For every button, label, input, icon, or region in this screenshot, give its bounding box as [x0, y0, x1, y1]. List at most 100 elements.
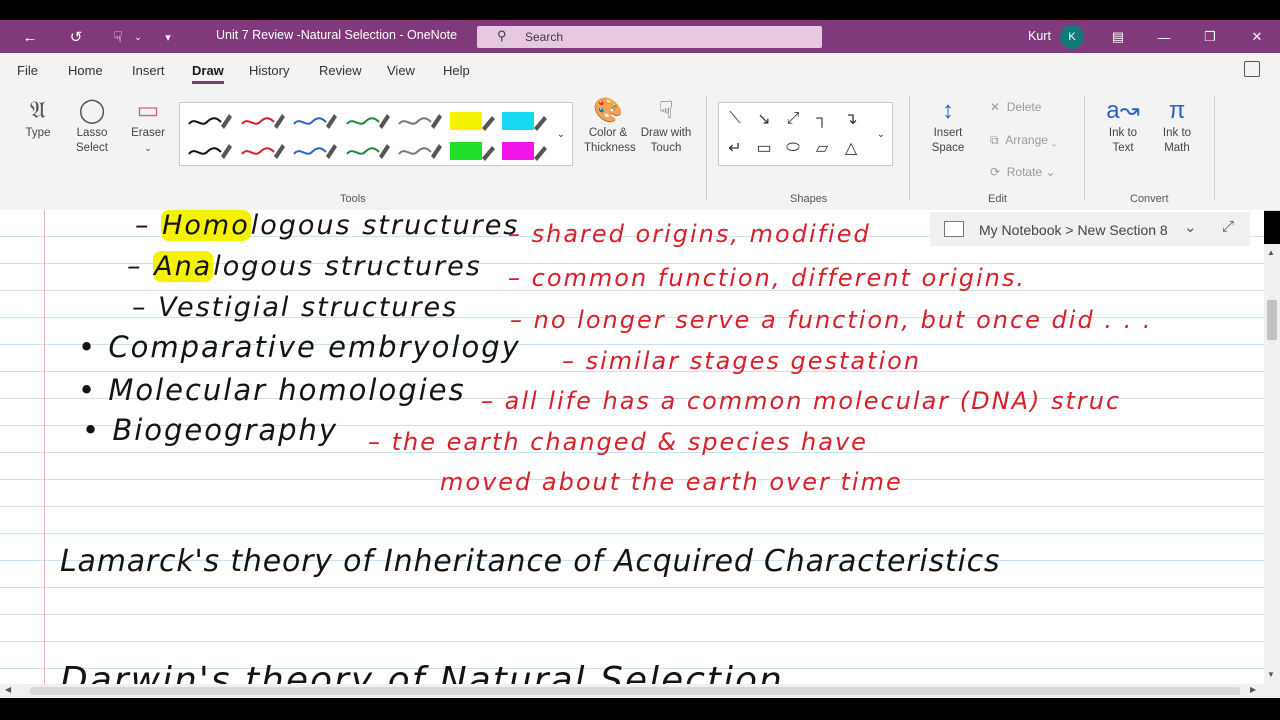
insert-space-label: Insert Space [931, 127, 965, 154]
line-shape-icon[interactable]: ⟍ [723, 107, 747, 131]
triangle-shape-icon[interactable]: △ [839, 136, 863, 160]
corner-arrow-shape-icon[interactable]: ↴ [839, 107, 863, 131]
ink-to-math-button[interactable]: π Ink to Math [1152, 96, 1202, 156]
shapes-gallery-more-icon[interactable]: ⌄ [870, 102, 893, 166]
ribbon: 𝔄 Type ◯ Lasso Select ▭ Eraser ⌄ ⌄ 🎨 Col… [0, 86, 1280, 211]
touch-draw-icon: ☟ [658, 97, 674, 124]
avatar[interactable]: K [1060, 25, 1084, 49]
user-name[interactable]: Kurt [1028, 29, 1051, 43]
ink-vestigial: – Vestigial structures [132, 292, 459, 323]
minimize-icon[interactable]: — [1152, 26, 1176, 48]
palette-icon: 🎨 [593, 97, 623, 124]
breadcrumb[interactable]: My Notebook > New Section 8 ⌄ ⤢ [930, 212, 1250, 246]
search-icon: ⚲ [497, 28, 507, 43]
ink-common-function: – common function, different origins. [508, 264, 1026, 292]
arrow-shape-icon[interactable]: ↘ [752, 107, 776, 131]
menu-review[interactable]: Review [319, 63, 362, 78]
title-bar: ← ↺ ☟ ⌄ ▾ Unit 7 Review -Natural Selecti… [0, 20, 1280, 53]
menu-draw[interactable]: Draw [192, 63, 224, 84]
highlight-mark: Ana [153, 251, 214, 282]
rectangle-shape-icon[interactable]: ▭ [752, 136, 776, 160]
double-arrow-shape-icon[interactable]: ⤢ [781, 107, 805, 131]
scroll-down-icon[interactable]: ▼ [1267, 670, 1275, 679]
menu-bar: File Home Insert Draw History Review Vie… [0, 53, 1280, 86]
undo-icon[interactable]: ↺ [65, 26, 87, 48]
ink-to-text-label: Ink to Text [1108, 127, 1138, 154]
menu-insert[interactable]: Insert [132, 63, 165, 78]
page-panel-icon[interactable] [1244, 61, 1260, 77]
highlighter-swatch[interactable] [447, 107, 497, 135]
delete-button[interactable]: ✕ Delete [990, 100, 1041, 114]
restore-icon[interactable]: ❐ [1198, 26, 1222, 48]
tools-group-label: Tools [340, 193, 366, 205]
scroll-left-icon[interactable]: ◀ [5, 685, 11, 694]
eraser-button[interactable]: ▭ Eraser ⌄ [124, 96, 172, 156]
pen-swatch[interactable] [237, 107, 287, 135]
parallelogram-shape-icon[interactable]: ▱ [810, 136, 834, 160]
pen-gallery-more-icon[interactable]: ⌄ [550, 102, 573, 166]
vertical-scrollbar[interactable]: ▲ ▼ [1264, 244, 1280, 684]
rotate-icon: ⟳ [990, 165, 1001, 179]
immersive-reader-icon[interactable]: ▤ [1106, 26, 1130, 48]
pen-swatch[interactable] [394, 137, 444, 165]
ink-molecular: • Molecular homologies [78, 373, 466, 407]
pen-swatch[interactable] [289, 137, 339, 165]
pen-swatch[interactable] [184, 137, 234, 165]
color-thickness-button[interactable]: 🎨 Color & Thickness [584, 96, 636, 156]
window-title: Unit 7 Review -Natural Selection - OneNo… [216, 28, 458, 42]
note-page[interactable]: – Homologous structures – shared origins… [0, 210, 1264, 684]
ink-to-math-label: Ink to Math [1162, 127, 1192, 154]
menu-file[interactable]: File [17, 63, 38, 78]
search-placeholder: Search [525, 30, 564, 44]
draw-with-touch-button[interactable]: ☟ Draw with Touch [636, 96, 696, 156]
pen-swatch[interactable] [342, 137, 392, 165]
horizontal-scroll-thumb[interactable] [30, 687, 1240, 695]
search-box[interactable]: ⚲ Search [477, 26, 822, 48]
highlighter-swatch[interactable] [499, 107, 549, 135]
rotate-label: Rotate [1006, 165, 1043, 179]
chevron-down-icon[interactable]: ⌄ [1184, 218, 1197, 236]
type-icon: 𝔄 [30, 97, 46, 124]
menu-history[interactable]: History [249, 63, 289, 78]
close-icon[interactable]: ✕ [1245, 26, 1269, 48]
type-button[interactable]: 𝔄 Type [18, 96, 58, 141]
insert-space-button[interactable]: ↕ Insert Space [922, 96, 974, 156]
highlighter-swatch[interactable] [447, 137, 497, 165]
pen-swatch[interactable] [289, 107, 339, 135]
menu-help[interactable]: Help [443, 63, 470, 78]
customize-toolbar-icon[interactable]: ▾ [157, 26, 179, 48]
ink-no-longer: – no longer serve a function, but once d… [510, 306, 1153, 334]
edit-group-label: Edit [988, 193, 1007, 205]
horizontal-scrollbar[interactable]: ◀ ▶ [0, 684, 1264, 698]
back-icon[interactable]: ← [19, 26, 41, 48]
expand-icon[interactable]: ⤢ [1222, 218, 1234, 235]
rotate-button[interactable]: ⟳ Rotate ⌄ [990, 165, 1055, 179]
highlighter-swatch[interactable] [499, 137, 549, 165]
pen-swatch[interactable] [184, 107, 234, 135]
page-margin-line [44, 210, 45, 684]
pen-swatch[interactable] [237, 137, 287, 165]
ink-to-text-button[interactable]: a↝ Ink to Text [1098, 96, 1148, 156]
corner-left-shape-icon[interactable]: ↵ [723, 136, 747, 160]
ink-embryology: • Comparative embryology [78, 330, 521, 364]
corner-shape-icon[interactable]: ┐ [810, 107, 834, 131]
scroll-up-icon[interactable]: ▲ [1267, 248, 1275, 257]
ink-all-life: – all life has a common molecular (DNA) … [481, 387, 1122, 415]
ellipse-shape-icon[interactable]: ⬭ [781, 136, 805, 160]
touch-mode-chevron-icon[interactable]: ⌄ [127, 26, 149, 48]
ink-similar-stages: – similar stages gestation [562, 347, 922, 375]
breadcrumb-label: My Notebook > New Section 8 [979, 222, 1168, 238]
scroll-right-icon[interactable]: ▶ [1250, 685, 1256, 694]
ink-biogeography: • Biogeography [82, 413, 339, 447]
pen-swatch[interactable] [394, 107, 444, 135]
ink-earth-changed: – the earth changed & species have [368, 428, 868, 456]
lasso-select-button[interactable]: ◯ Lasso Select [66, 96, 118, 156]
eraser-icon: ▭ [136, 97, 160, 124]
menu-view[interactable]: View [387, 63, 415, 78]
vertical-scroll-thumb[interactable] [1267, 300, 1277, 340]
arrange-button[interactable]: ⧉ Arrange ⌄ [990, 133, 1057, 148]
menu-home[interactable]: Home [68, 63, 103, 78]
touch-mode-icon[interactable]: ☟ [107, 26, 129, 48]
type-label: Type [25, 127, 51, 139]
pen-swatch[interactable] [342, 107, 392, 135]
